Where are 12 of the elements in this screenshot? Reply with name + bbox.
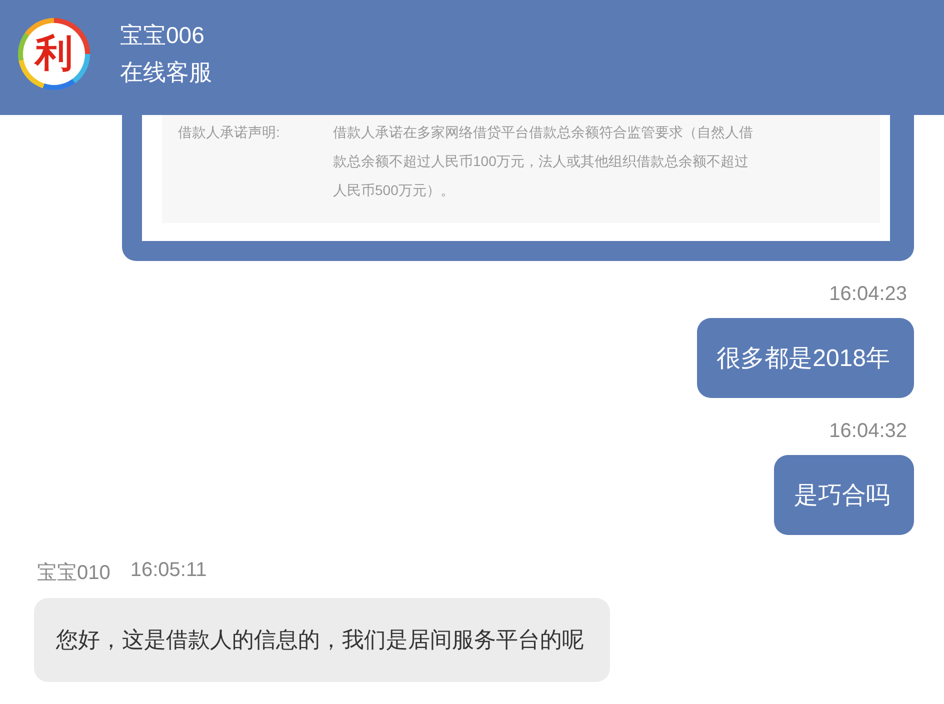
field-label: 借款人承诺声明: <box>178 123 281 142</box>
field-value: 借款人承诺在多家网络借贷平台借款总余额符合监管要求（自然人借款总余额不超过人民币100万元，法人或其他组织借款总余额不超过人民币500万元）。 <box>333 123 754 200</box>
contact-subtitle: 在线客服 <box>120 58 212 86</box>
message-bubble: 是巧合吗 <box>774 455 914 535</box>
contact-name: 宝宝006 <box>120 20 206 50</box>
message-bubble: 您好，这是借款人的信息的，我们是居间服务平台的呢 <box>34 598 610 682</box>
message-time: 16:05:11 <box>130 559 207 583</box>
message-time: 16:04:32 <box>829 420 907 443</box>
sender-name: 宝宝010 <box>37 561 110 586</box>
message-bubble: 很多都是2018年 <box>696 318 914 398</box>
logo-icon: 利 <box>18 18 90 90</box>
message-time: 16:04:23 <box>829 283 907 306</box>
